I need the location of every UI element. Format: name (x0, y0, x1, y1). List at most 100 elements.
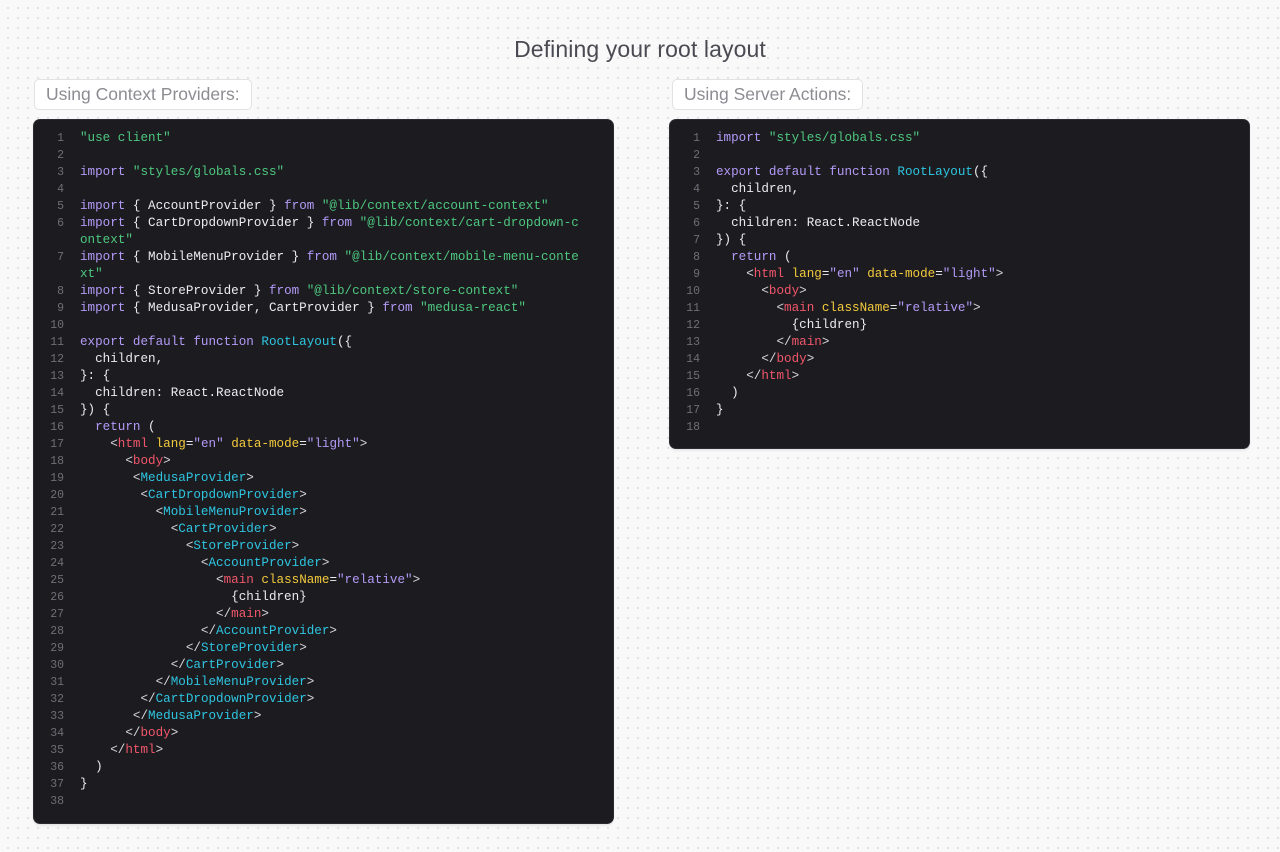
line-number: 12 (50, 353, 64, 366)
code-line: 27 </main> (34, 606, 613, 623)
code-line: 8 return ( (670, 249, 1249, 266)
code-token-str: "styles/globals.css" (132, 165, 285, 179)
code-token-str: "@lib/context/store-context" (306, 284, 519, 298)
line-code: import "styles/globals.css" (700, 130, 1221, 147)
code-token-kw: from (321, 216, 353, 230)
code-token-plain: = (935, 267, 943, 281)
line-code: </MedusaProvider> (64, 708, 585, 725)
code-token-plain: children, (716, 182, 800, 196)
code-line: 33 </MedusaProvider> (34, 708, 613, 725)
line-number: 11 (686, 302, 700, 315)
code-line: 2​ (34, 147, 613, 164)
code-line: 18​ (670, 419, 1249, 436)
code-token-plain: } (80, 777, 88, 791)
code-token-bracket: < (776, 301, 785, 315)
line-code: <CartDropdownProvider> (64, 487, 585, 504)
code-token-comp: CartProvider (178, 522, 269, 536)
line-code: export default function RootLayout({ (64, 334, 585, 351)
line-code: ​ (64, 181, 585, 198)
code-token-bracket: > (163, 454, 171, 468)
code-token-bracket: </ (185, 641, 201, 655)
code-token-bracket: </ (761, 352, 777, 366)
code-token-comp: CartProvider (185, 658, 277, 672)
code-line: 12 children, (34, 351, 613, 368)
code-line: 11 export default function RootLayout({ (34, 334, 613, 351)
code-token-plain: }: { (80, 369, 111, 383)
code-line: 36 ) (34, 759, 613, 776)
code-line: 28 </AccountProvider> (34, 623, 613, 640)
line-code: ) (64, 759, 585, 776)
code-line: 12 {children} (670, 317, 1249, 334)
code-token-tag: html (761, 369, 792, 383)
code-token-plain: {children} (716, 318, 868, 332)
line-number: 8 (693, 251, 700, 264)
code-token-bracket: > (359, 437, 368, 451)
code-token-plain: { CartDropdownProvider } (125, 216, 322, 230)
code-token-comp: MedusaProvider (140, 471, 247, 485)
code-line: 14 </body> (670, 351, 1249, 368)
code-token-attrval: "en" (193, 437, 224, 451)
code-token-kw: return (95, 420, 141, 434)
line-number: 24 (50, 557, 64, 570)
line-code: <CartProvider> (64, 521, 585, 538)
code-line: 20 <CartDropdownProvider> (34, 487, 613, 504)
code-line: 16 return ( (34, 419, 613, 436)
code-token-plain: children, (80, 352, 164, 366)
code-token-bracket: > (821, 335, 830, 349)
code-line: 17 <html lang="en" data-mode="light"> (34, 436, 613, 453)
code-token-plain: }) { (716, 233, 747, 247)
line-code: } (700, 402, 1221, 419)
line-number: 15 (686, 370, 700, 383)
line-code: <MedusaProvider> (64, 470, 585, 487)
line-number: 14 (50, 387, 64, 400)
code-line: 3 import "styles/globals.css" (34, 164, 613, 181)
line-number: 38 (50, 795, 64, 808)
code-line: 1 import "styles/globals.css" (670, 130, 1249, 147)
code-token-fn: RootLayout (897, 165, 973, 179)
code-token-bracket: </ (776, 335, 792, 349)
code-line: 8 import { StoreProvider } from "@lib/con… (34, 283, 613, 300)
line-number: 16 (686, 387, 700, 400)
line-number: 5 (57, 200, 64, 213)
line-code: export default function RootLayout({ (700, 164, 1221, 181)
code-token-bracket: > (299, 505, 307, 519)
code-line: 3 export default function RootLayout({ (670, 164, 1249, 181)
code-token-attrval: "relative" (897, 301, 973, 315)
code-token-kw: from (268, 284, 300, 298)
code-line: 17} (670, 402, 1249, 419)
code-token-bracket: </ (216, 607, 232, 621)
line-code: <html lang="en" data-mode="light"> (700, 266, 1221, 283)
code-token-bracket: < (746, 267, 754, 281)
code-line: 10 <body> (670, 283, 1249, 300)
code-token-bracket: </ (125, 726, 141, 740)
code-token-plain: { AccountProvider } (125, 199, 285, 213)
code-line: 25 <main className="relative"> (34, 572, 613, 589)
code-token-bracket: </ (170, 658, 186, 672)
line-code: } (64, 776, 585, 793)
code-token-plain: ) (716, 386, 739, 400)
code-token-str: "use client" (80, 131, 171, 145)
code-token-attr: className (821, 301, 890, 315)
code-token-str: "medusa-react" (420, 301, 526, 315)
code-token-tag: html (125, 743, 156, 757)
line-code: <AccountProvider> (64, 555, 585, 572)
line-code: }) { (64, 402, 585, 419)
line-number: 5 (693, 200, 700, 213)
code-token-plain: children: React.ReactNode (716, 216, 921, 230)
line-code: import { StoreProvider } from "@lib/cont… (64, 283, 585, 300)
code-token-bracket: > (299, 641, 307, 655)
line-code: </AccountProvider> (64, 623, 585, 640)
code-line: 23 <StoreProvider> (34, 538, 613, 555)
